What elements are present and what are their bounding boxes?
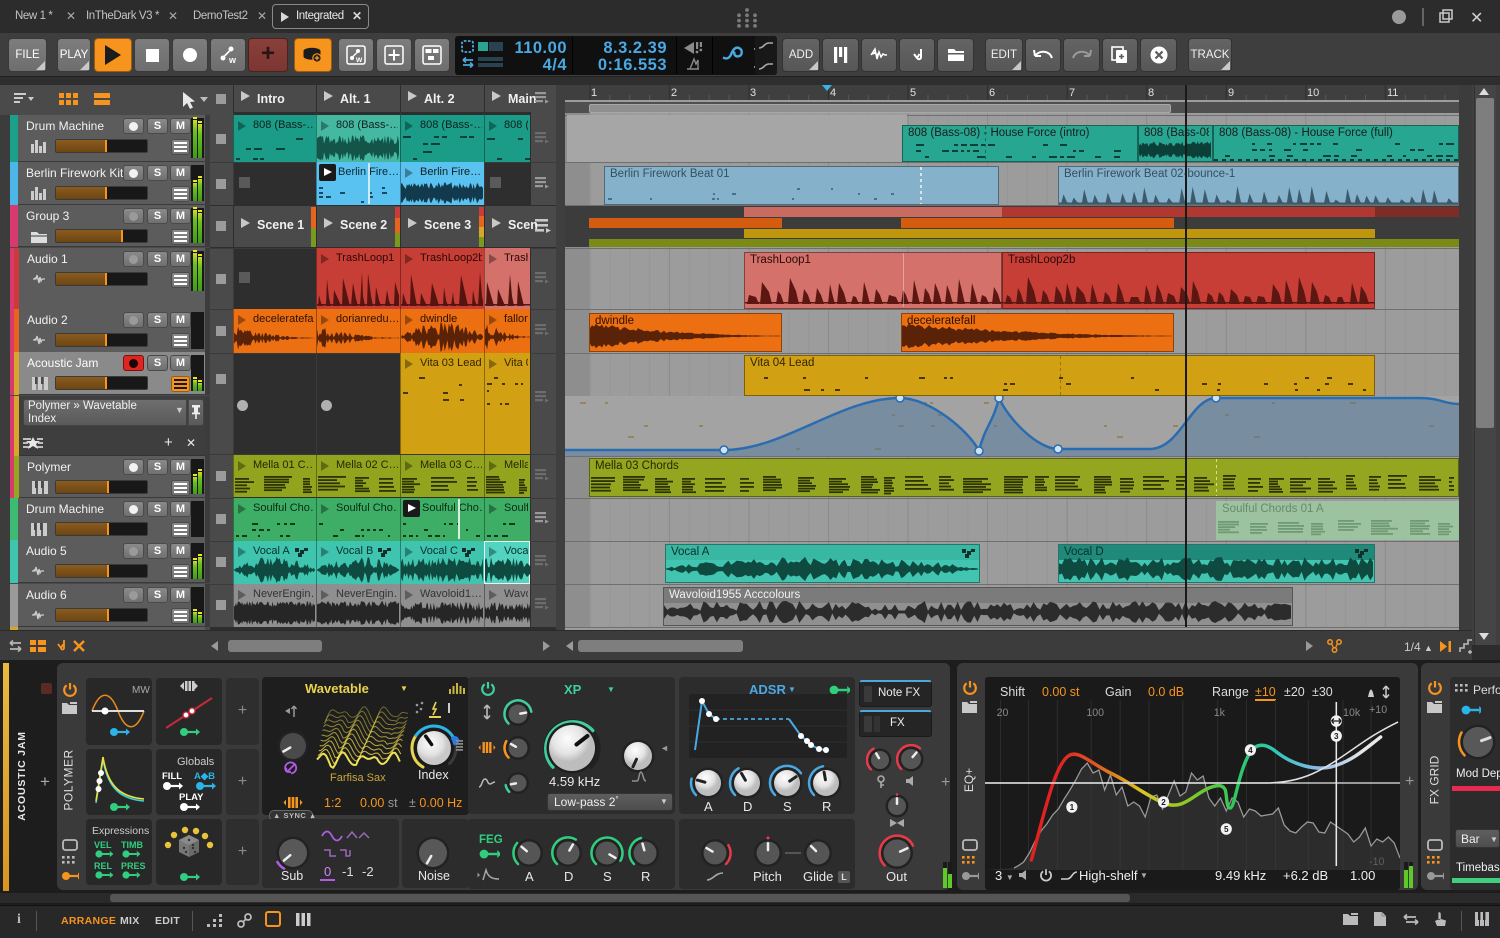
svg-text:4: 4	[1248, 745, 1253, 755]
svg-text:w: w	[355, 55, 363, 64]
svg-text:TIMB: TIMB	[121, 840, 143, 850]
svg-text:3: 3	[1334, 731, 1339, 741]
svg-text:FILL: FILL	[162, 771, 182, 782]
svg-text:REL: REL	[94, 861, 113, 871]
svg-text:Expressions: Expressions	[92, 825, 149, 837]
svg-text:2: 2	[1161, 797, 1166, 807]
svg-text:w: w	[228, 55, 237, 65]
svg-text:5: 5	[1224, 824, 1229, 834]
svg-text:PRES: PRES	[121, 861, 146, 871]
svg-text:VEL: VEL	[94, 840, 112, 850]
svg-text:Globals: Globals	[177, 756, 215, 768]
svg-text:PLAY: PLAY	[179, 792, 204, 803]
svg-text:MW: MW	[132, 685, 150, 696]
svg-text:A◆B: A◆B	[194, 771, 215, 782]
svg-text:1: 1	[1070, 802, 1075, 812]
